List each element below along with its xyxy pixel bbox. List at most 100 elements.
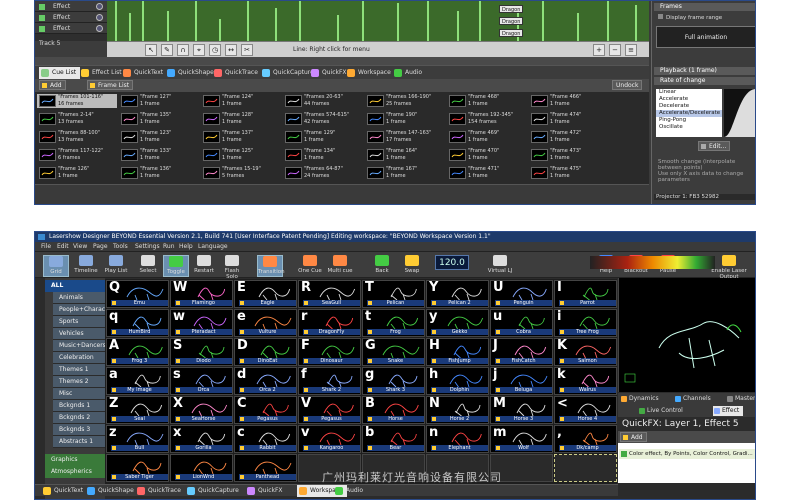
cue-item[interactable]: "Frame 474" 1 frame [529, 112, 609, 126]
cue-item[interactable]: "Frame 137" 1 frame [201, 130, 281, 144]
toolbar-restart[interactable]: Restart [191, 255, 217, 277]
menu-file[interactable]: File [41, 243, 51, 250]
rate-option[interactable]: Oscillate [656, 124, 722, 131]
grid-cue[interactable]: F Dinosaur [298, 338, 361, 366]
rate-option[interactable]: Accelerate [656, 96, 722, 103]
grid-cue[interactable]: , Dk/camp [554, 425, 617, 453]
category-misc[interactable]: Misc [53, 388, 105, 400]
cue-item[interactable]: "Frame 129" 1 frame [283, 130, 363, 144]
grid-cue[interactable]: q HumBird [106, 309, 169, 337]
track-row[interactable]: Effect [35, 1, 107, 12]
menu-tools[interactable]: Tools [113, 243, 128, 250]
quickfx-add-button[interactable]: Add [620, 432, 647, 442]
cue-item[interactable]: "Frames 192-345" 154 frames [447, 112, 527, 126]
cue-item[interactable]: "Frames 2-14" 13 frames [37, 112, 117, 126]
cue-item[interactable]: "Frame 124" 1 frame [201, 94, 281, 108]
tab-quickshape[interactable]: QuickShape [165, 67, 218, 79]
quickfx-item[interactable]: Color effect, By Points, Color Control, … [619, 449, 755, 459]
grid-cue[interactable]: Z Seal [106, 396, 169, 424]
cue-item[interactable]: "Frame 471" 1 frame [447, 166, 527, 180]
grid-cue[interactable]: s Orca [170, 367, 233, 395]
cue-item[interactable]: "Frame 126" 1 frame [37, 166, 117, 180]
tab-live-control[interactable]: Live Control [638, 406, 683, 416]
toolbar-toggle[interactable]: Toggle [163, 255, 189, 277]
rate-header[interactable]: Rate of change [654, 77, 755, 85]
cue-item[interactable]: "Frame 469" 1 frame [447, 130, 527, 144]
check-icon[interactable] [39, 25, 45, 32]
cue-item[interactable]: "Frame 164" 1 frame [365, 148, 445, 162]
grid-cue[interactable]: A Frog 3 [106, 338, 169, 366]
category-people-characters[interactable]: People+Characters [53, 304, 117, 316]
grid-cue[interactable]: G Snake [362, 338, 425, 366]
tab-quicktrace[interactable]: QuickTrace [212, 67, 262, 79]
playback-header[interactable]: Playback (1 frame) [654, 67, 755, 75]
tab-cue-list[interactable]: Cue List [39, 67, 81, 79]
rate-option[interactable]: Accelerate/Decelerate [656, 110, 722, 117]
grid-cue[interactable]: z Bull [106, 425, 169, 453]
grid-cue[interactable]: Y Pelican 2 [426, 280, 489, 308]
zoom-out-button[interactable]: − [609, 44, 621, 56]
grid-cue[interactable]: j Beluga [490, 367, 553, 395]
cue-item[interactable]: "Frame 473" 1 frame [529, 148, 609, 162]
toolbar-flash-solo[interactable]: Flash Solo [219, 255, 245, 280]
cue-item[interactable]: "Frames 166-190" 25 frames [365, 94, 445, 108]
frame-list-button[interactable]: Frame List [87, 80, 134, 90]
category-bckgnds-2[interactable]: Bckgnds 2 [53, 412, 105, 424]
grid-cue[interactable]: t Frog [362, 309, 425, 337]
category-abstracts-1[interactable]: Abstracts 1 [53, 436, 105, 448]
category-bckgnds-3[interactable]: Bckgnds 3 [53, 424, 105, 436]
menu-page[interactable]: Page [93, 243, 108, 250]
category-graphics[interactable]: Graphics [45, 454, 105, 466]
cue-item[interactable]: "Frame 468" 1 frame [447, 94, 527, 108]
category-themes-2[interactable]: Themes 2 [53, 376, 105, 388]
menu-help[interactable]: Help [179, 243, 193, 250]
tab-quickshape[interactable]: QuickShape [85, 485, 138, 497]
grid-cue[interactable]: W Flamingo [170, 280, 233, 308]
cue-item[interactable]: "Frame 128" 1 frame [201, 112, 281, 126]
grid-cue[interactable]: f Shark 2 [298, 367, 361, 395]
grid-cue[interactable]: D DinoEat [234, 338, 297, 366]
track-row[interactable]: Effect [35, 12, 107, 23]
cue-item[interactable]: "Frame 127" 1 frame [119, 94, 199, 108]
grid-cue[interactable]: d Orca 2 [234, 367, 297, 395]
magnet-tool-button[interactable]: ∩ [177, 44, 189, 56]
full-animation-button[interactable]: Full animation [656, 26, 755, 48]
grid-cue[interactable]: c Rabbit [234, 425, 297, 453]
edit-button[interactable]: Edit... [698, 141, 731, 151]
pointer-tool-button[interactable]: ↖ [145, 44, 157, 56]
toolbar-virtual-lj[interactable]: Virtual LJ [487, 255, 513, 277]
pencil-tool-button[interactable]: ✎ [161, 44, 173, 56]
grid-cue[interactable]: H FishJump [426, 338, 489, 366]
cue-item[interactable]: "Frame 125" 1 frame [201, 148, 281, 162]
tab-quickcapture[interactable]: QuickCapture [185, 485, 243, 497]
checkbox-icon[interactable] [658, 14, 663, 19]
timeline-scrollbar[interactable] [35, 57, 649, 65]
grid-cue[interactable]: h Dolphin [426, 367, 489, 395]
menu-language[interactable]: Language [198, 243, 228, 250]
grid-cue[interactable]: r DragonFly [298, 309, 361, 337]
category-atmospherics[interactable]: Atmospherics [45, 466, 105, 478]
frames-header[interactable]: Frames [654, 3, 755, 11]
track-row[interactable]: Effect [35, 23, 107, 34]
grid-cue[interactable]: U Penguin [490, 280, 553, 308]
clock-tool-button[interactable]: ◷ [209, 44, 221, 56]
grid-cue[interactable]: Panthead [234, 454, 297, 482]
cue-item[interactable]: "Frames 20-63" 44 frames [283, 94, 363, 108]
grid-cue-empty[interactable] [554, 454, 617, 482]
category-music-dancers[interactable]: Music+Dancers [53, 340, 106, 352]
cue-item[interactable]: "Frame 135" 1 frame [119, 112, 199, 126]
tab-dynamics[interactable]: Dynamics [620, 394, 659, 404]
grid-cue[interactable]: M Horse 3 [490, 396, 553, 424]
display-frame-range[interactable]: Display frame range [658, 14, 722, 21]
timeline-clip[interactable]: Dragon [499, 29, 523, 37]
cue-item[interactable]: "Frame 136" 1 frame [119, 166, 199, 180]
rate-option[interactable]: Decelerate [656, 103, 722, 110]
timeline-clip[interactable]: Dragon [499, 17, 523, 25]
grid-cue[interactable]: J FishCatch [490, 338, 553, 366]
cue-item[interactable]: "Frame 470" 1 frame [447, 148, 527, 162]
grid-cue[interactable]: B Horse [362, 396, 425, 424]
grid-cue[interactable]: S Diodo [170, 338, 233, 366]
toolbar-transition[interactable]: Transition [257, 255, 285, 277]
cue-item[interactable]: "Frames 574-615" 42 frames [283, 112, 363, 126]
toolbar-multi-cue[interactable]: Multi cue [327, 255, 353, 277]
